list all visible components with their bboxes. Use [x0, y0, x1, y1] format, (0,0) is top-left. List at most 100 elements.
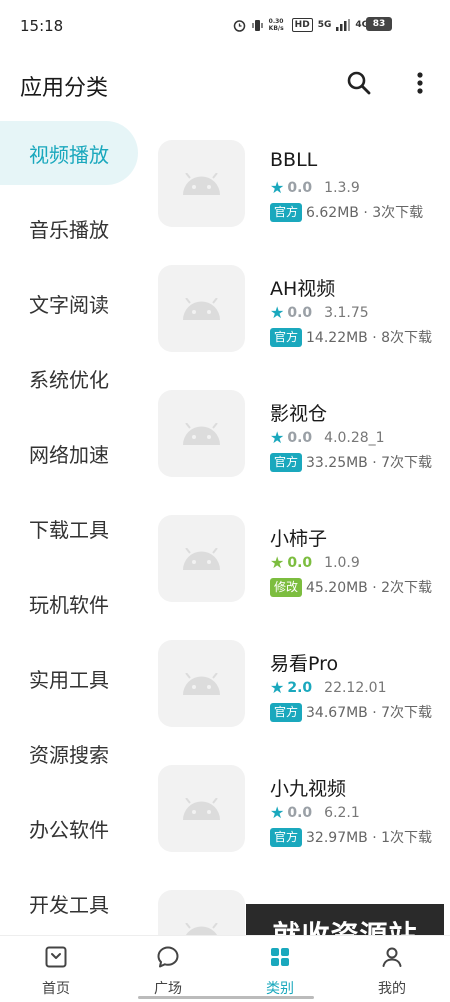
android-placeholder-icon [183, 548, 220, 570]
source-tag: 官方 [270, 452, 303, 472]
more-vertical-icon [417, 72, 423, 94]
rating-score: 0.0 [287, 804, 313, 821]
chat-bubble-icon [157, 946, 179, 968]
rating-line: ★ 2.0 22.12.01 [270, 678, 387, 697]
bottom-nav: 首页 广场 类别 我的 [0, 935, 450, 1002]
alarm-icon [233, 19, 245, 32]
sidebar-item-utilities[interactable]: 实用工具 [0, 646, 145, 710]
app-meta: 34.67MB · 7次下载 [306, 705, 433, 721]
app-list-item[interactable]: 影视仓 ★ 0.0 4.0.28_1 官方 33.25MB · 7次下载 [145, 370, 450, 495]
source-tag: 官方 [270, 327, 303, 347]
rating-line: ★ 0.0 4.0.28_1 [270, 428, 385, 447]
meta-line: 修改 45.20MB · 2次下载 [270, 577, 432, 597]
app-name: BBLL [270, 149, 318, 171]
app-icon [158, 765, 245, 852]
app-header: 应用分类 [0, 52, 450, 114]
search-button[interactable] [344, 68, 374, 98]
android-placeholder-icon [185, 923, 218, 935]
rating-score: 0.0 [287, 429, 313, 446]
nav-tab-label: 我的 [378, 981, 406, 997]
android-placeholder-icon [183, 798, 220, 820]
app-version: 6.2.1 [324, 804, 360, 821]
android-placeholder-icon [183, 298, 220, 320]
net-speed-text: 0.30 KB/s [268, 18, 284, 32]
sidebar-item-label: 实用工具 [29, 668, 109, 692]
rating-line: ★ 0.0 1.3.9 [270, 178, 360, 197]
sidebar-item-label: 开发工具 [29, 893, 109, 917]
more-options-button[interactable] [406, 68, 434, 98]
search-icon [347, 71, 371, 95]
sidebar-item-label: 办公软件 [29, 818, 109, 842]
sidebar-item-label: 视频播放 [29, 143, 109, 167]
star-icon: ★ [270, 178, 285, 197]
sidebar-item-office[interactable]: 办公软件 [0, 796, 145, 860]
sidebar-item-label: 玩机软件 [29, 593, 109, 617]
app-name: 小九视频 [270, 778, 347, 800]
sidebar-item-download-tools[interactable]: 下载工具 [0, 496, 145, 560]
gesture-bar [138, 996, 314, 999]
meta-line: 官方 33.25MB · 7次下载 [270, 452, 432, 472]
status-icons: 0.30 KB/s HD 5G 4G [233, 18, 388, 32]
app-version: 3.1.75 [324, 304, 369, 321]
app-list-item[interactable]: 易看Pro ★ 2.0 22.12.01 官方 34.67MB · 7次下载 [145, 620, 450, 745]
rating-score: 0.0 [287, 554, 313, 571]
sidebar-item-resource-search[interactable]: 资源搜索 [0, 721, 145, 785]
nav-tab-label: 广场 [154, 981, 182, 997]
app-meta: 14.22MB · 8次下载 [306, 330, 433, 346]
nav-tab-profile[interactable]: 我的 [336, 936, 448, 1002]
sidebar-item-network-accelerate[interactable]: 网络加速 [0, 421, 145, 485]
app-meta: 33.25MB · 7次下载 [306, 455, 433, 471]
star-icon: ★ [270, 303, 285, 322]
profile-icon [382, 947, 402, 967]
app-meta: 45.20MB · 2次下载 [306, 580, 433, 596]
star-icon: ★ [270, 803, 285, 822]
sidebar-item-music-player[interactable]: 音乐播放 [0, 196, 145, 260]
source-tag: 官方 [270, 827, 303, 847]
sidebar-item-system-optimize[interactable]: 系统优化 [0, 346, 145, 410]
sidebar-item-dev-tools[interactable]: 开发工具 [0, 871, 145, 935]
sidebar-item-video-player[interactable]: 视频播放 [0, 121, 138, 185]
signal-icon [336, 19, 351, 31]
category-icon [271, 948, 289, 966]
nav-tab-home[interactable]: 首页 [0, 936, 112, 1002]
source-tag: 修改 [270, 577, 303, 597]
app-icon [158, 265, 245, 352]
rating-line: ★ 0.0 1.0.9 [270, 553, 360, 572]
app-icon [158, 640, 245, 727]
app-list-item[interactable]: 小九视频 ★ 0.0 6.2.1 官方 32.97MB · 1次下载 [145, 745, 450, 870]
status-time: 15:18 [20, 17, 64, 35]
app-icon [158, 890, 245, 935]
rating-line: ★ 0.0 6.2.1 [270, 803, 360, 822]
sidebar-item-device-tweaks[interactable]: 玩机软件 [0, 571, 145, 635]
source-tag: 官方 [270, 702, 303, 722]
meta-line: 官方 6.62MB · 3次下载 [270, 202, 423, 222]
app-icon [158, 515, 245, 602]
meta-line: 官方 14.22MB · 8次下载 [270, 327, 432, 347]
star-icon: ★ [270, 553, 285, 572]
app-list-item[interactable]: BBLL ★ 0.0 1.3.9 官方 6.62MB · 3次下载 [145, 120, 450, 245]
rating-score: 0.0 [287, 179, 313, 196]
app-list-item[interactable]: AH视频 ★ 0.0 3.1.75 官方 14.22MB · 8次下载 [145, 245, 450, 370]
app-version: 1.3.9 [324, 179, 360, 196]
status-bar: 15:18 0.30 KB/s HD 5G 4G 83 [0, 0, 450, 52]
meta-line: 官方 34.67MB · 7次下载 [270, 702, 432, 722]
category-sidebar: 视频播放 音乐播放 文字阅读 系统优化 网络加速 下载工具 玩机软件 实用工具 … [0, 120, 145, 935]
rating-line: ★ 0.0 3.1.75 [270, 303, 369, 322]
star-icon: ★ [270, 428, 285, 447]
nav-tab-category[interactable]: 类别 [224, 936, 336, 1002]
app-meta: 6.62MB · 3次下载 [306, 205, 424, 221]
android-placeholder-icon [183, 423, 220, 445]
app-list-item[interactable]: 小柿子 ★ 0.0 1.0.9 修改 45.20MB · 2次下载 [145, 495, 450, 620]
nav-tab-square[interactable]: 广场 [112, 936, 224, 1002]
app-name: 影视仓 [270, 403, 328, 425]
app-meta: 32.97MB · 1次下载 [306, 830, 433, 846]
vibrate-icon [252, 19, 263, 31]
app-list: BBLL ★ 0.0 1.3.9 官方 6.62MB · 3次下载 AH视频 ★… [145, 120, 450, 935]
rating-score: 2.0 [287, 679, 313, 696]
network-5g-label: 5G [317, 20, 332, 30]
app-icon [158, 140, 245, 227]
app-version: 22.12.01 [324, 679, 387, 696]
rating-score: 0.0 [287, 304, 313, 321]
home-icon [45, 946, 67, 968]
sidebar-item-reading[interactable]: 文字阅读 [0, 271, 145, 335]
